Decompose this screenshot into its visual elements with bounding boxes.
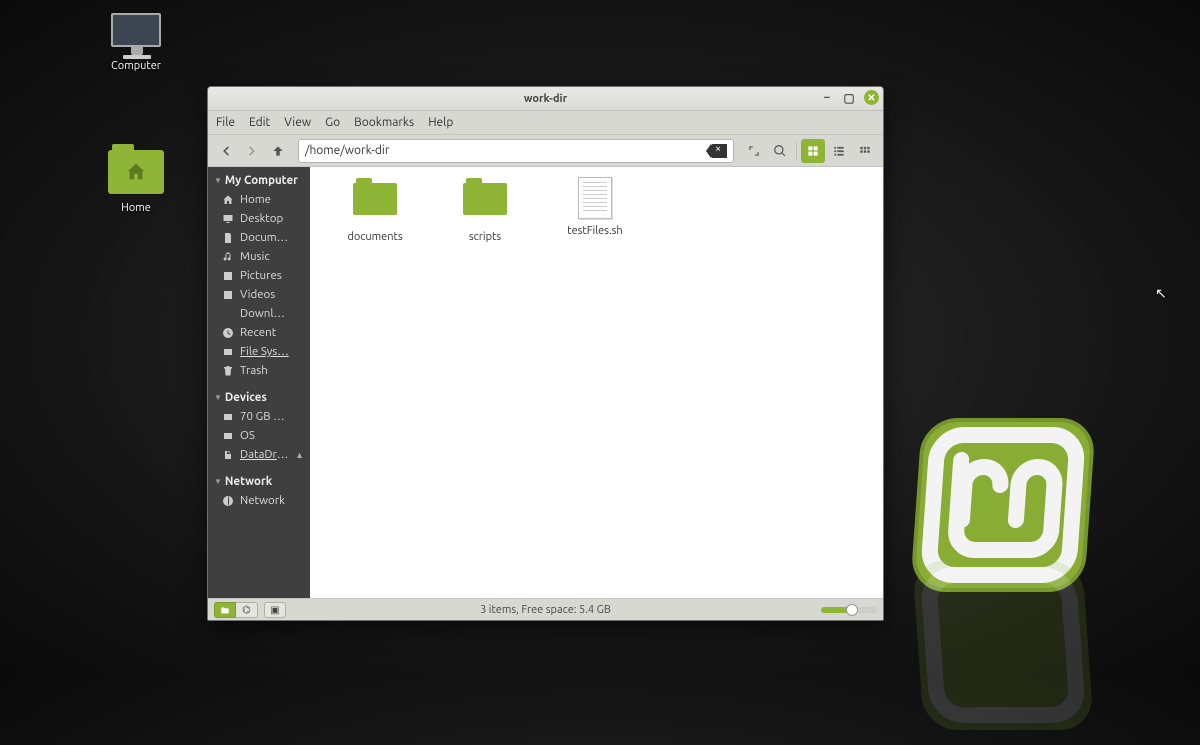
show-hidden-button[interactable]: ▣ [264,602,286,618]
status-text: 3 items, Free space: 5.4 GB [480,604,611,616]
file-item-testfiles[interactable]: testFiles.sh [558,177,632,237]
sidebar-item-os[interactable]: OS [208,426,310,445]
sidebar-item-downloads[interactable]: Downl… [208,304,310,323]
chevron-down-icon: ▼ [214,477,222,486]
chevron-down-icon: ▼ [214,393,222,402]
desktop-icon-home[interactable]: Home [96,148,176,214]
sidebar-item-documents[interactable]: Docum… [208,228,310,247]
sidebar-item-recent[interactable]: Recent [208,323,310,342]
file-label: testFiles.sh [558,225,632,237]
toggle-location-button[interactable] [742,139,766,163]
titlebar[interactable]: work-dir − ▢ ✕ [208,87,883,111]
back-button[interactable] [214,139,238,163]
forward-button[interactable] [240,139,264,163]
sidebar-item-home[interactable]: Home [208,190,310,209]
sidebar-item-network[interactable]: Network [208,491,310,510]
menu-view[interactable]: View [284,116,311,129]
menu-file[interactable]: File [216,116,235,129]
places-sidebar-button[interactable] [214,602,236,618]
file-label: scripts [448,231,522,243]
menubar: File Edit View Go Bookmarks Help [208,111,883,135]
sidebar-item-pictures[interactable]: Pictures [208,266,310,285]
script-file-icon [571,177,619,219]
eject-icon[interactable]: ▲ [295,450,304,460]
sidebar-item-music[interactable]: Music [208,247,310,266]
sidebar-item-filesystem[interactable]: File Sys… [208,342,310,361]
icon-view-button[interactable] [801,139,825,163]
window-title: work-dir [524,93,567,105]
sidebar: ▼My Computer Home Desktop Docum… Music P… [208,167,310,598]
clear-path-icon[interactable] [711,144,727,158]
up-button[interactable] [266,139,290,163]
sidebar-item-videos[interactable]: Videos [208,285,310,304]
minimize-button[interactable]: − [820,91,834,105]
menu-bookmarks[interactable]: Bookmarks [354,116,414,129]
mint-logo-reflection [910,545,1110,745]
search-button[interactable] [768,139,792,163]
file-view[interactable]: documents scripts testFiles.sh [310,167,883,598]
chevron-down-icon: ▼ [214,176,222,185]
home-folder-icon [108,148,164,196]
menu-edit[interactable]: Edit [249,116,270,129]
menu-help[interactable]: Help [428,116,453,129]
location-path: /home/work-dir [305,144,389,157]
location-bar[interactable]: /home/work-dir [298,139,734,163]
folder-icon [351,183,399,225]
file-item-scripts[interactable]: scripts [448,177,522,243]
compact-view-button[interactable] [853,139,877,163]
computer-icon [108,6,164,54]
sidebar-header-my-computer[interactable]: ▼My Computer [208,171,310,190]
folder-icon [461,183,509,225]
list-view-button[interactable] [827,139,851,163]
desktop-icon-label: Home [96,202,176,214]
file-item-documents[interactable]: documents [338,177,412,243]
close-button[interactable]: ✕ [864,90,879,105]
menu-go[interactable]: Go [325,116,340,129]
mouse-cursor-icon: ↖ [1155,285,1167,302]
sidebar-item-desktop[interactable]: Desktop [208,209,310,228]
statusbar: ⌬ ▣ 3 items, Free space: 5.4 GB [208,598,883,620]
file-manager-window: work-dir − ▢ ✕ File Edit View Go Bookmar… [207,86,884,621]
file-label: documents [338,231,412,243]
sidebar-item-trash[interactable]: Trash [208,361,310,380]
desktop-icon-label: Computer [96,60,176,72]
sidebar-item-volume[interactable]: 70 GB … [208,407,310,426]
toolbar: /home/work-dir [208,135,883,167]
zoom-slider[interactable] [821,607,877,613]
sidebar-header-network[interactable]: ▼Network [208,472,310,491]
sidebar-header-devices[interactable]: ▼Devices [208,388,310,407]
desktop-icon-computer[interactable]: Computer [96,6,176,72]
sidebar-item-datadrive[interactable]: DataDri…▲ [208,445,310,464]
maximize-button[interactable]: ▢ [842,91,856,105]
tree-sidebar-button[interactable]: ⌬ [236,602,258,618]
